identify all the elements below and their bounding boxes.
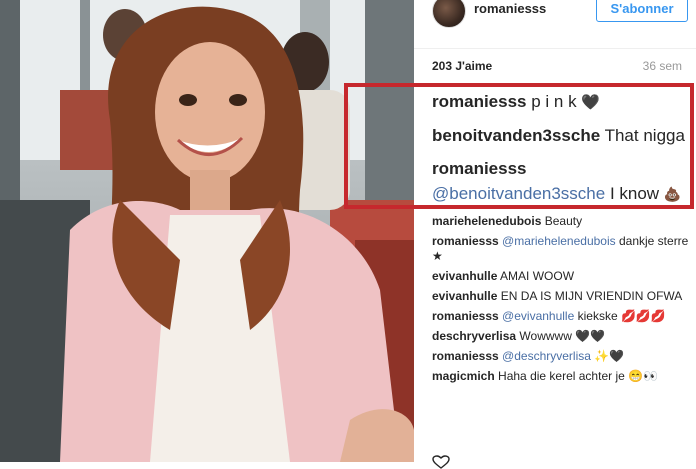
post-header: romaniesss S'abonner (414, 0, 696, 49)
sparkle-hearts-icon: ✨🖤 (594, 349, 625, 363)
likes-count[interactable]: 203 J'aime (432, 59, 492, 73)
comment-list: mariehelenedubois Beauty romaniesss @mar… (432, 214, 690, 389)
black-hearts-icon: 🖤🖤 (575, 329, 606, 343)
highlight-box (344, 83, 694, 209)
comment-text: AMAI WOOW (500, 269, 575, 283)
comment: evivanhulle EN DA IS MIJN VRIENDIN OFWA (432, 289, 690, 304)
comment: evivanhulle AMAI WOOW (432, 269, 690, 284)
photo-illustration (0, 0, 414, 462)
comment-mention[interactable]: @deschryverlisa (502, 349, 591, 363)
comment-mention[interactable]: @evivanhulle (502, 309, 574, 323)
avatar[interactable] (432, 0, 466, 28)
comment-mention[interactable]: @mariehelenedubois (502, 234, 616, 248)
comment-text: Wowwww (519, 329, 572, 343)
post-panel: romaniesss S'abonner 203 J'aime 36 sem r… (414, 0, 696, 462)
like-heart-icon[interactable] (432, 455, 450, 469)
kisses-icon: 💋💋💋 (620, 309, 666, 323)
comment: romaniesss @mariehelenedubois dankje ste… (432, 234, 690, 264)
comment-user[interactable]: romaniesss (432, 234, 499, 248)
grin-eyes-icon: 😁👀 (628, 369, 659, 383)
comment-user[interactable]: romaniesss (432, 309, 499, 323)
comment: mariehelenedubois Beauty (432, 214, 690, 229)
comment-text: EN DA IS MIJN VRIENDIN OFWA (500, 289, 683, 303)
comment: magicmich Haha die kerel achter je 😁👀 (432, 369, 690, 384)
comment-user[interactable]: magicmich (432, 369, 495, 383)
comment: deschryverlisa Wowwww 🖤🖤 (432, 329, 690, 344)
comment-user[interactable]: evivanhulle (432, 269, 497, 283)
post-photo[interactable] (0, 0, 414, 462)
comment-text: kiekske (577, 309, 618, 323)
post-username[interactable]: romaniesss (474, 1, 546, 16)
comment-user[interactable]: romaniesss (432, 349, 499, 363)
follow-button[interactable]: S'abonner (596, 0, 688, 22)
post-time: 36 sem (642, 59, 682, 73)
comment-user[interactable]: mariehelenedubois (432, 214, 541, 228)
comment-text: Beauty (544, 214, 583, 228)
comment-text: Haha die kerel achter je (498, 369, 625, 383)
star-icon: ★ (432, 249, 443, 263)
comment-user[interactable]: deschryverlisa (432, 329, 516, 343)
comment: romaniesss @deschryverlisa ✨🖤 (432, 349, 690, 364)
comment-user[interactable]: evivanhulle (432, 289, 497, 303)
comment: romaniesss @evivanhulle kiekske 💋💋💋 (432, 309, 690, 324)
comment-text: dankje sterre (618, 234, 689, 248)
